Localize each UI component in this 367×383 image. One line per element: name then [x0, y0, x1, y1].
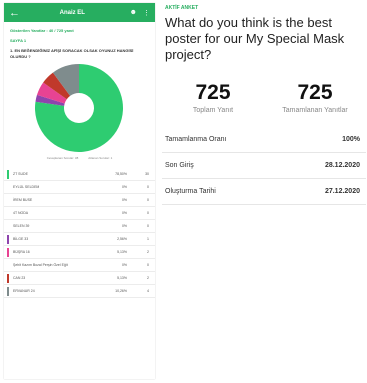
answer-count: 0 — [147, 263, 149, 267]
color-swatch — [7, 261, 9, 270]
donut-chart-area — [4, 62, 155, 154]
answer-count: 0 — [147, 211, 149, 215]
donut-chart — [35, 64, 123, 152]
detail-created-date: Oluşturma Tarihi 27.12.2020 — [162, 179, 366, 205]
detail-completion-rate: Tamamlanma Oranı 100% — [162, 127, 366, 153]
answer-label: ERVANUR 24 — [13, 288, 35, 293]
table-row: BÜŞRA 16 5,13% 2 — [4, 246, 155, 259]
answer-percent: 0% — [121, 211, 127, 215]
table-row: 4T NODA 0% 0 — [4, 207, 155, 220]
page-label: SAYFA 1 — [10, 38, 27, 43]
color-swatch — [7, 169, 9, 179]
color-swatch — [7, 222, 9, 231]
total-responses-label: Toplam Yanıt — [192, 107, 234, 114]
color-swatch — [7, 196, 9, 205]
completed-responses: 725 Tamamlanan Yanıtlar — [264, 81, 366, 115]
legend-answered: Cevaplanan Sorular: 38 — [46, 156, 79, 160]
header-title: Anaiz EL — [59, 9, 85, 16]
answer-percent: 5,13% — [117, 250, 127, 254]
table-row: İREM BUSE 0% 0 — [4, 194, 155, 207]
answer-percent: 2,56% — [117, 237, 127, 241]
detail-key: Oluşturma Tarihi — [165, 188, 216, 195]
color-swatch — [7, 273, 9, 283]
answer-percent: 0% — [121, 224, 127, 228]
answer-count: 30 — [145, 172, 149, 176]
table-row: Şehit Kazım Bozal Perşin Özel Eğit 0% 0 — [4, 259, 155, 272]
answer-label: BİLGE 33 — [13, 236, 29, 241]
answer-percent: 5,13% — [117, 276, 127, 280]
answer-label: BÜŞRA 16 — [13, 249, 30, 254]
detail-key: Son Giriş — [165, 162, 194, 169]
detail-key: Tamamlanma Oranı — [165, 136, 227, 143]
status-badge: AKTİF ANKET — [165, 5, 199, 11]
table-row: EYLÜL SELDEM 0% 0 — [4, 181, 155, 194]
total-responses: 725 Toplam Yanıt — [162, 81, 264, 115]
question-text: 1. EN BEĞENDİĞİNİZ AFİŞİ SORACAK OLSAK O… — [10, 48, 134, 59]
arrow-left-icon[interactable]: ← — [9, 7, 21, 19]
answer-count: 2 — [147, 250, 149, 254]
answer-list: ZT SUDE 78,50% 30 EYLÜL SELDEM 0% 0 İREM BUSE 0… — [4, 168, 155, 298]
table-row: ERVANUR 24 10,26% 4 — [4, 285, 155, 298]
color-swatch — [7, 247, 9, 257]
color-swatch — [7, 286, 9, 296]
answer-percent: 10,26% — [115, 289, 127, 293]
answer-label: SELEN 39 — [13, 223, 30, 228]
answer-percent: 0% — [121, 263, 127, 267]
completed-responses-value: 725 — [297, 81, 333, 104]
answer-count: 4 — [147, 289, 149, 293]
answer-label: ZT SUDE — [13, 171, 28, 176]
answer-percent: 0% — [121, 198, 127, 202]
survey-details: Tamamlanma Oranı 100% Son Giriş 28.12.20… — [162, 127, 366, 205]
answer-count: 0 — [147, 198, 149, 202]
detail-value: 28.12.2020 — [324, 162, 360, 169]
total-responses-value: 725 — [195, 81, 231, 104]
detail-last-login: Son Giriş 28.12.2020 — [162, 153, 366, 179]
table-row: SELEN 39 0% 0 — [4, 220, 155, 233]
answer-label: 4T NODA — [13, 210, 29, 215]
chart-legend: Cevaplanan Sorular: 38 Atlanan Sorular: … — [4, 156, 155, 160]
responses-shown: Gösterilen Yanıtlar : 40 / 725 yanıt — [10, 28, 74, 33]
more-vertical-icon[interactable]: ⋮ — [143, 9, 150, 17]
answer-label: CAN 23 — [13, 275, 26, 280]
survey-analysis-screen: ← Anaiz EL ☻ ⋮ Gösterilen Yanıtlar : 40 … — [4, 3, 155, 379]
answer-count: 0 — [147, 185, 149, 189]
legend-skipped: Atlanan Sorular: 1 — [88, 156, 113, 160]
answer-count: 0 — [147, 224, 149, 228]
color-swatch — [7, 183, 9, 192]
answer-count: 2 — [147, 276, 149, 280]
detail-value: 27.12.2020 — [324, 188, 360, 195]
survey-title: What do you think is the best poster for… — [165, 15, 345, 62]
answer-percent: 0% — [121, 185, 127, 189]
app-header: ← Anaiz EL ☻ ⋮ — [4, 3, 155, 22]
answer-percent: 78,50% — [115, 172, 127, 176]
user-icon[interactable]: ☻ — [130, 9, 137, 16]
stats-row: 725 Toplam Yanıt 725 Tamamlanan Yanıtlar — [162, 81, 366, 115]
survey-summary-card: AKTİF ANKET What do you think is the bes… — [162, 3, 366, 221]
color-swatch — [7, 209, 9, 218]
answer-count: 1 — [147, 237, 149, 241]
table-row: ZT SUDE 78,50% 30 — [4, 168, 155, 181]
answer-label: İREM BUSE — [13, 197, 33, 202]
table-row: BİLGE 33 2,56% 1 — [4, 233, 155, 246]
answer-label: Şehit Kazım Bozal Perşin Özel Eğit — [13, 262, 68, 267]
completed-responses-label: Tamamlanan Yanıtlar — [282, 107, 348, 114]
detail-value: 100% — [342, 136, 360, 143]
color-swatch — [7, 234, 9, 244]
answer-label: EYLÜL SELDEM — [13, 184, 40, 189]
table-row: CAN 23 5,13% 2 — [4, 272, 155, 285]
